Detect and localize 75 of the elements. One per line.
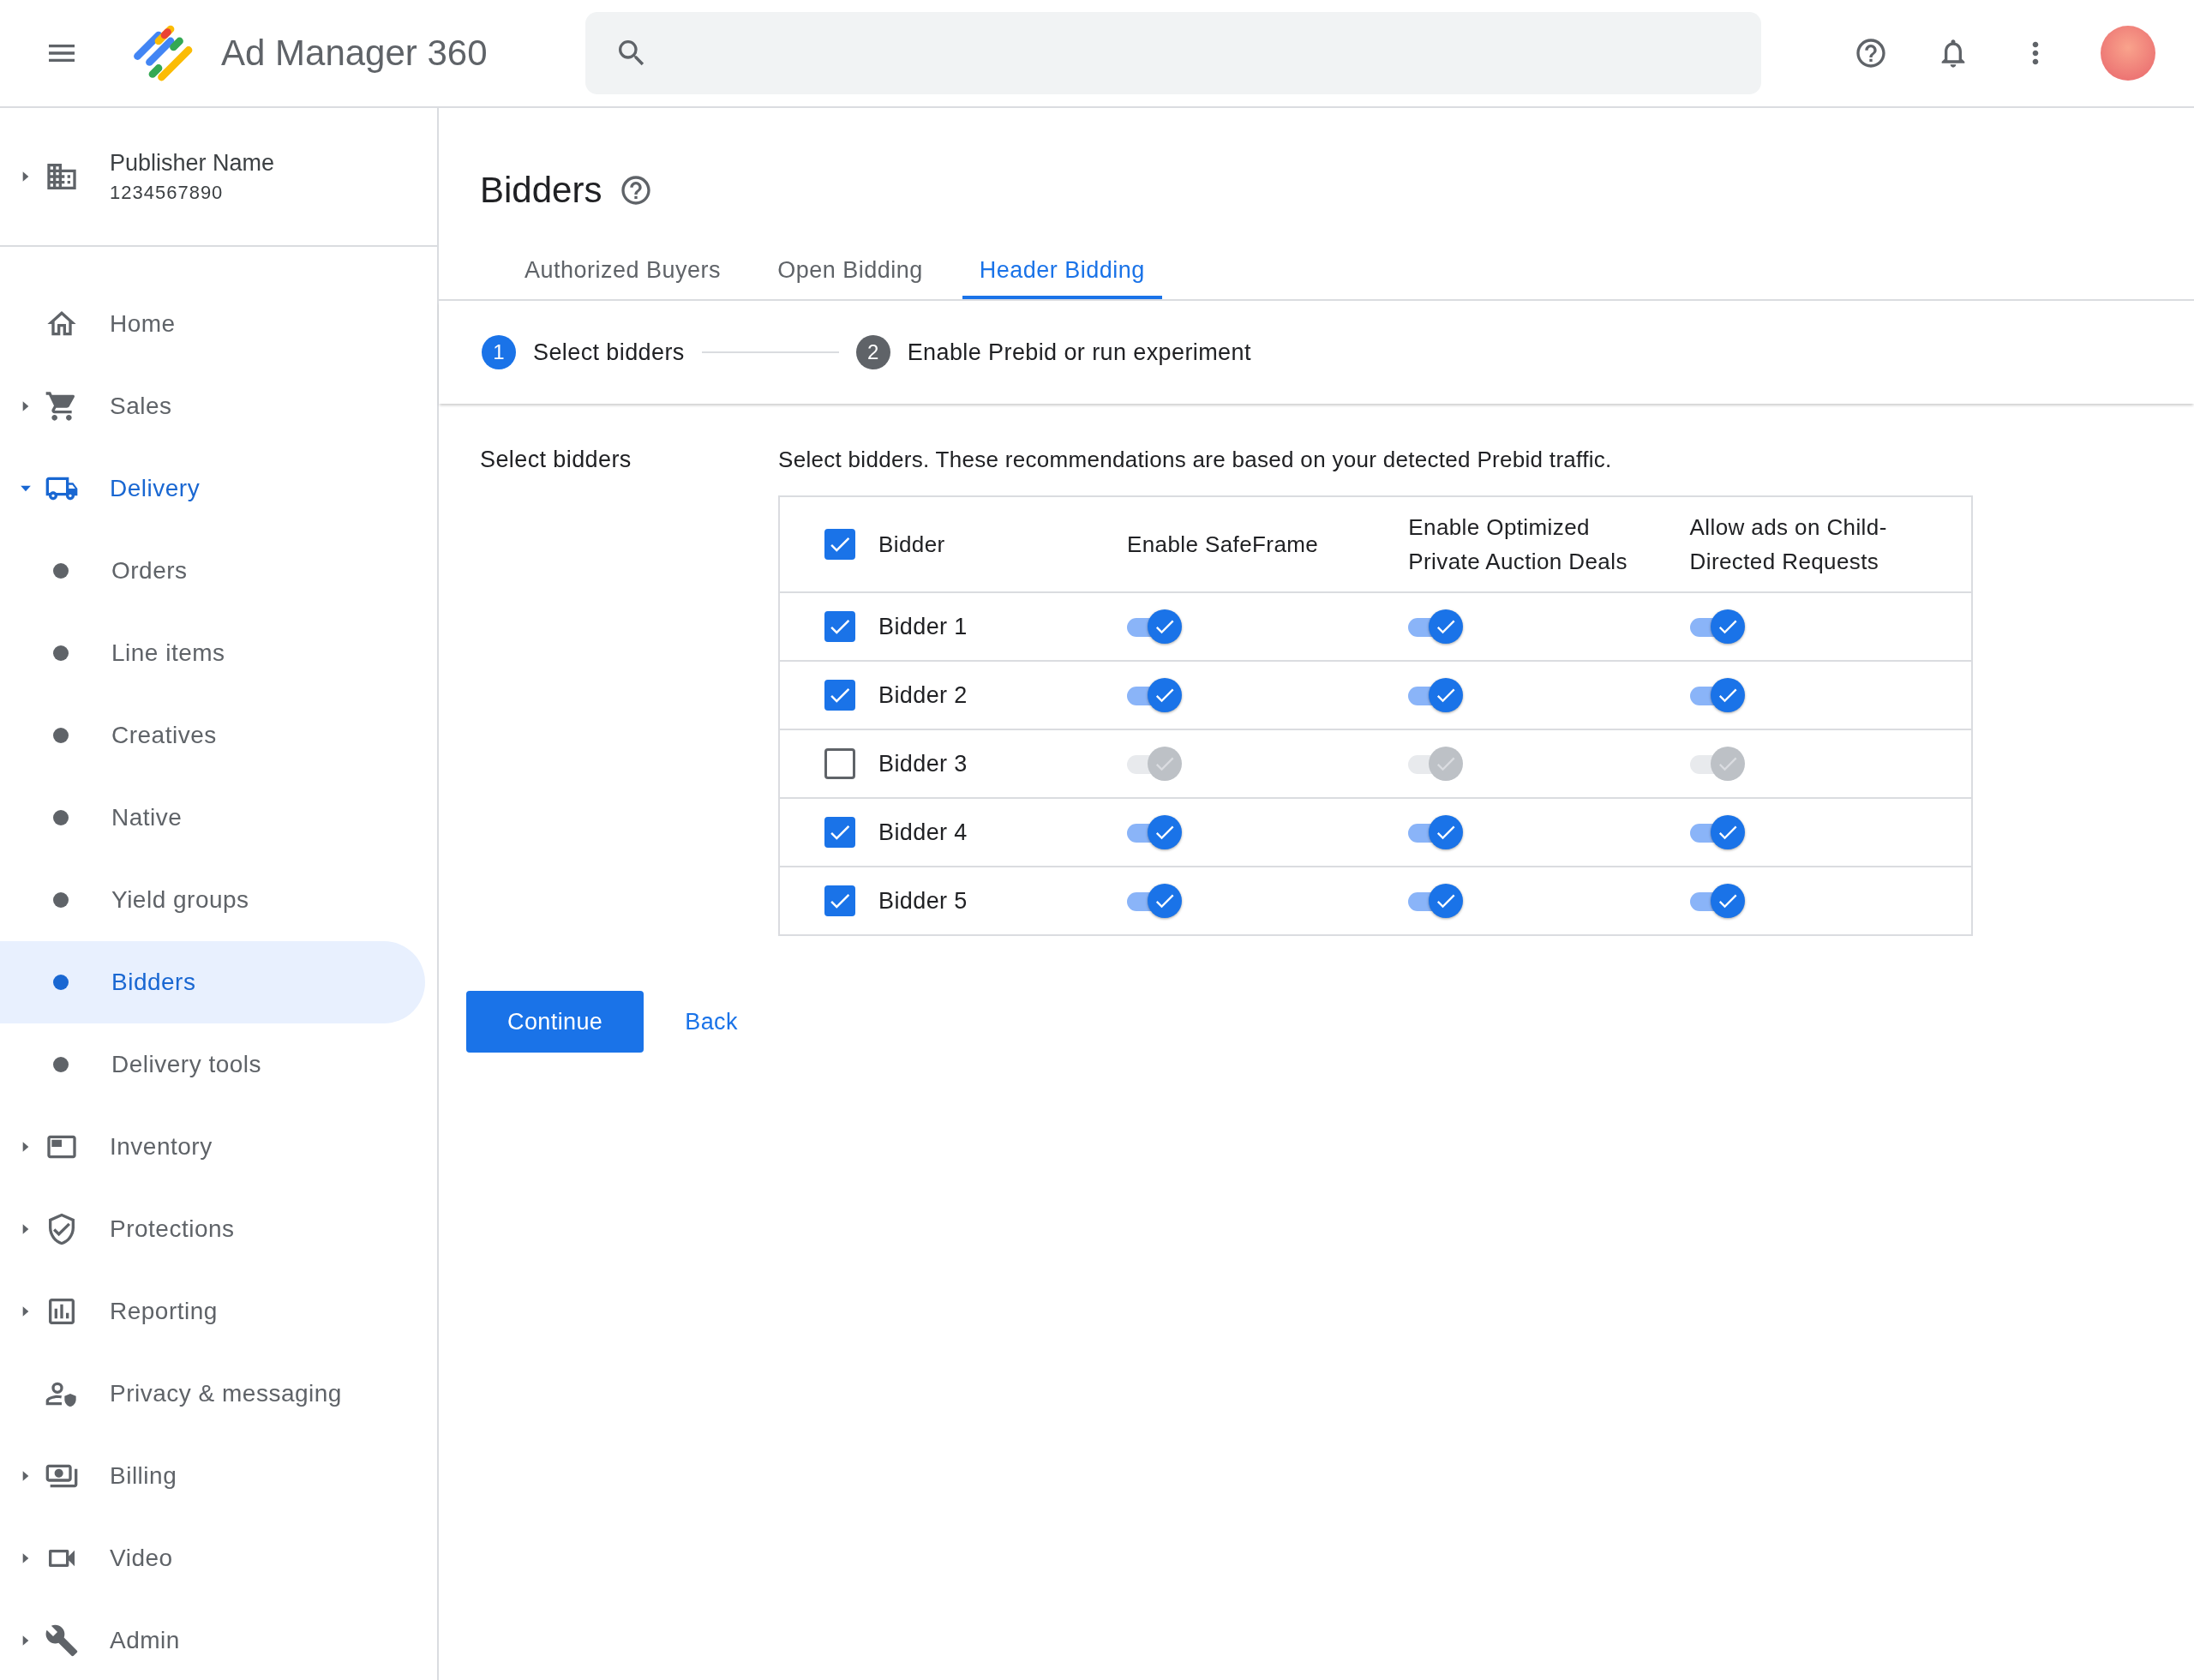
wrench-icon [45, 1623, 79, 1658]
step-number: 2 [855, 335, 890, 369]
bullet-icon [53, 1057, 69, 1072]
page-title: Bidders [480, 170, 602, 211]
app-title: Ad Manager 360 [221, 33, 488, 74]
continue-button[interactable]: Continue [466, 991, 644, 1053]
toggle-switch[interactable] [1689, 609, 1745, 644]
checkbox[interactable] [824, 680, 855, 711]
nav-subitem-label: Bidders [111, 969, 196, 996]
search-field[interactable] [584, 12, 1761, 94]
toggle-switch[interactable] [1689, 884, 1745, 918]
nav-item[interactable]: Privacy & messaging [110, 1380, 342, 1407]
nav-item[interactable]: Delivery [110, 475, 201, 502]
nav-subitem[interactable]: Orders [0, 530, 425, 612]
bidder-name: Bidder 5 [878, 887, 968, 914]
checkbox[interactable] [824, 748, 855, 779]
nav-item[interactable]: Home [110, 310, 176, 338]
tab[interactable]: Open Bidding [760, 243, 940, 299]
toggle-switch[interactable] [1408, 815, 1464, 849]
checkbox[interactable] [824, 817, 855, 848]
nav-item[interactable]: Admin [110, 1627, 180, 1654]
section-label: Select bidders [480, 447, 632, 474]
nav-item[interactable]: Protections [110, 1215, 235, 1243]
tab[interactable]: Header Bidding [962, 243, 1162, 299]
nav-subitem[interactable]: Line items [0, 612, 425, 694]
toggle-switch[interactable] [1408, 884, 1464, 918]
publisher-name: Publisher Name [110, 149, 275, 177]
toggle-switch[interactable] [1689, 678, 1745, 712]
checkbox[interactable] [824, 529, 855, 560]
toggle-switch[interactable] [1127, 815, 1182, 849]
checkbox[interactable] [824, 885, 855, 916]
toggle-switch[interactable] [1689, 815, 1745, 849]
column-header: Allow ads on Child-Directed Requests [1689, 513, 1888, 576]
nav-subitem[interactable]: Creatives [0, 694, 425, 777]
checkbox[interactable] [824, 611, 855, 642]
tab[interactable]: Authorized Buyers [507, 243, 739, 299]
nav-item[interactable]: Video [110, 1545, 173, 1572]
bullet-icon [53, 645, 69, 661]
bullet-icon [53, 728, 69, 743]
nav-subitem-label: Yield groups [111, 886, 249, 914]
bullet-icon [53, 892, 69, 908]
back-link[interactable]: Back [685, 1001, 738, 1042]
nav-item[interactable]: Sales [110, 393, 172, 420]
toggle-switch[interactable] [1408, 678, 1464, 712]
nav-subitem[interactable]: Yield groups [0, 859, 425, 941]
step-label: Select bidders [533, 339, 685, 366]
toggle-switch[interactable] [1127, 884, 1182, 918]
nav-subitem-label: Creatives [111, 722, 217, 749]
bullet-icon [53, 975, 69, 990]
bidder-name: Bidder 1 [878, 613, 968, 639]
toggle-switch[interactable] [1127, 678, 1182, 712]
nav-item[interactable]: Billing [110, 1462, 177, 1490]
nav-subitem-label: Delivery tools [111, 1051, 262, 1078]
step-number: 1 [482, 335, 516, 369]
nav-item[interactable]: Reporting [110, 1298, 218, 1325]
column-header: Enable SafeFrame [1127, 531, 1320, 559]
bidder-name: Bidder 3 [878, 750, 968, 777]
nav-subitem[interactable]: Native [0, 777, 425, 859]
toggle-switch[interactable] [1408, 609, 1464, 644]
section-description: Select bidders. These recommendations are based on your detected Prebid traffic. [778, 447, 1612, 472]
bullet-icon [53, 563, 69, 579]
nav-subitem[interactable]: Bidders [0, 941, 425, 1023]
bidder-name: Bidder 4 [878, 819, 968, 845]
publisher-id: 1234567890 [110, 181, 225, 204]
column-header: Bidder [878, 531, 946, 559]
toggle-switch[interactable] [1127, 609, 1182, 644]
column-header: Enable Optimized Private Auction Deals [1408, 513, 1628, 576]
step-label: Enable Prebid or run experiment [907, 339, 1251, 366]
nav-item[interactable]: Inventory [110, 1133, 213, 1161]
bullet-icon [53, 810, 69, 825]
nav-subitem-label: Native [111, 804, 183, 831]
nav-subitem-label: Line items [111, 639, 225, 667]
nav-subitem-label: Orders [111, 557, 188, 585]
nav-subitem[interactable]: Delivery tools [0, 1023, 425, 1106]
bidder-name: Bidder 2 [878, 681, 968, 708]
